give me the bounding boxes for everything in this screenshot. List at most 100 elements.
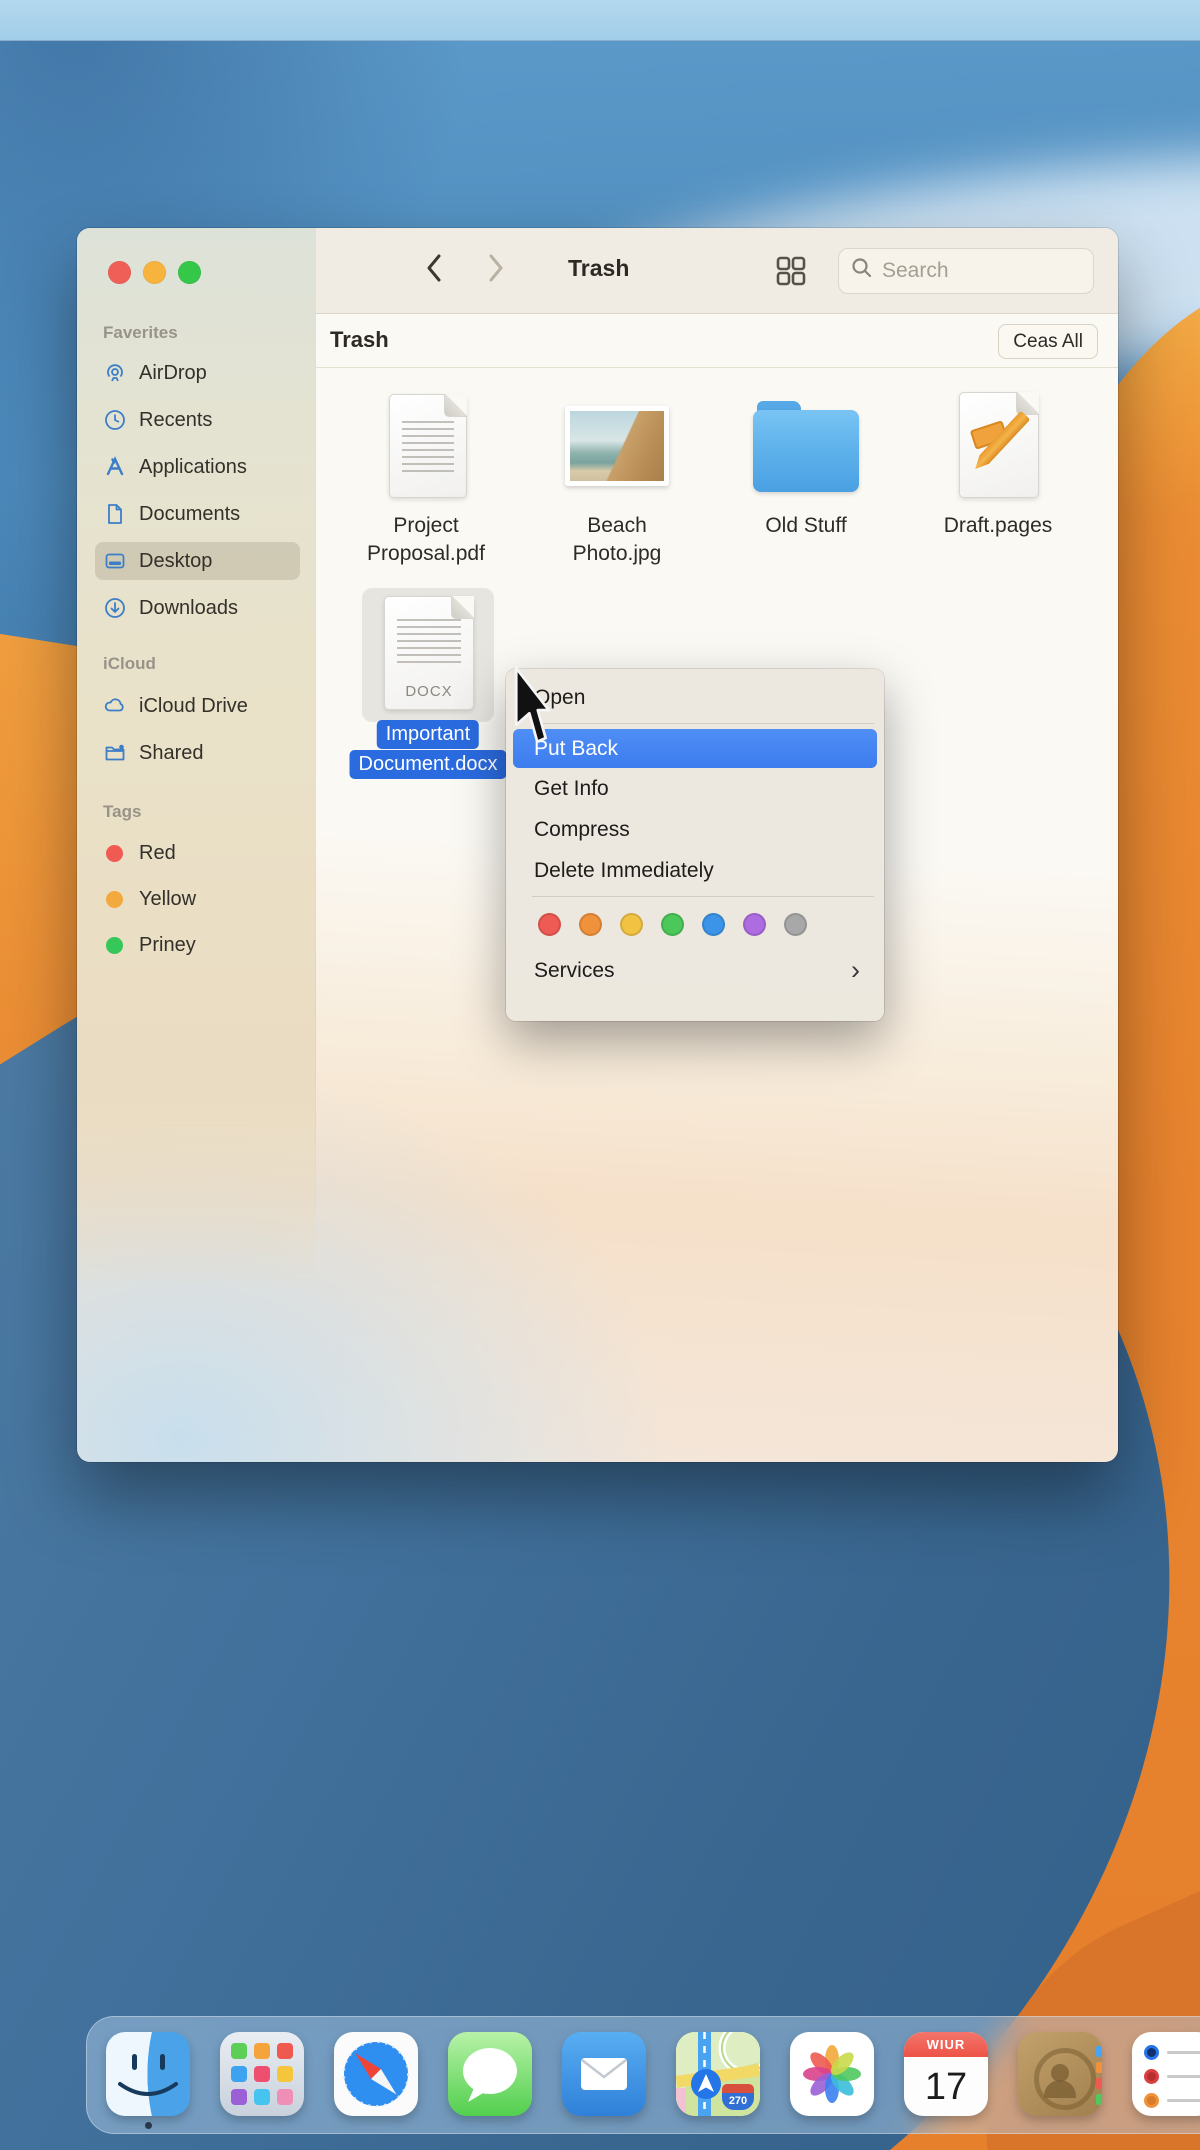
shared-folder-icon — [103, 741, 127, 765]
menu-item-compress[interactable]: Compress — [506, 809, 884, 850]
sidebar-item-icloud-drive[interactable]: iCloud Drive — [95, 687, 300, 725]
menu-separator — [532, 723, 874, 724]
sidebar-item-downloads[interactable]: Downloads — [95, 589, 300, 627]
sidebar-item-label: Applications — [139, 455, 247, 478]
sidebar-item-shared[interactable]: Shared — [95, 734, 300, 772]
path-header: Trash Ceas All — [316, 314, 1118, 368]
tag-color-row — [506, 902, 884, 946]
menu-item-services[interactable]: Services › — [506, 950, 884, 991]
dock-finder-icon[interactable] — [106, 2032, 190, 2116]
dock-launchpad-icon[interactable] — [220, 2032, 304, 2116]
menu-item-open[interactable]: Open — [506, 677, 884, 718]
clock-icon — [103, 408, 127, 432]
blue-tag-button[interactable] — [702, 912, 725, 936]
menu-separator — [532, 896, 874, 897]
dock-mail-icon[interactable] — [562, 2032, 646, 2116]
minimize-button[interactable] — [143, 261, 166, 284]
sidebar-item-tag-red[interactable]: Red — [95, 834, 300, 872]
submenu-chevron-icon: › — [851, 955, 860, 985]
interstate-shield: 270 — [722, 2084, 754, 2110]
dock-messages-icon[interactable] — [448, 2032, 532, 2116]
window-title: Trash — [568, 255, 630, 281]
sidebar-item-label: AirDrop — [139, 361, 207, 384]
menu-bar — [0, 0, 1200, 41]
sidebar-item-recents[interactable]: Recents — [95, 401, 300, 439]
file-name: Draft.pages — [943, 514, 1053, 537]
calendar-month-label: WIUR — [904, 2032, 988, 2057]
sidebar-item-label: Yellow — [139, 887, 197, 910]
mouse-cursor-icon — [512, 666, 552, 753]
sidebar-item-applications[interactable]: Applications — [95, 448, 300, 486]
sidebar-item-label: iCloud Drive — [139, 694, 248, 717]
dock-calendar-icon[interactable]: WIUR 17 — [904, 2032, 988, 2116]
app-store-a-icon — [103, 455, 127, 479]
search-input[interactable]: Search — [838, 248, 1094, 294]
folder-icon — [753, 401, 859, 492]
file-name-line2: Document.docx — [349, 750, 507, 779]
page-text-lines — [397, 619, 461, 667]
sidebar-section-favorites: Faverites — [103, 323, 178, 342]
sidebar-item-tag-yellow[interactable]: Yellow — [95, 880, 300, 918]
search-icon — [851, 257, 873, 285]
menu-item-get-info[interactable]: Get Info — [506, 768, 884, 809]
file-name: Beach Photo.jpg — [572, 514, 662, 565]
sidebar-item-tag-priney[interactable]: Priney — [95, 926, 300, 964]
page-text-lines — [402, 421, 454, 473]
search-placeholder: Search — [882, 259, 949, 282]
context-menu: Open Put Back Get Info Compress Delete I… — [506, 669, 884, 1021]
sidebar-divider — [315, 228, 316, 1238]
dock-contacts-icon[interactable] — [1018, 2032, 1102, 2116]
desktop-icon — [103, 549, 127, 573]
document-icon — [103, 502, 127, 526]
zoom-button[interactable] — [178, 261, 201, 284]
chevron-right-icon — [486, 253, 506, 288]
menu-item-delete-immediately[interactable]: Delete Immediately — [506, 850, 884, 891]
sidebar-item-label: Desktop — [139, 549, 213, 572]
red-tag-button[interactable] — [538, 912, 561, 936]
close-button[interactable] — [108, 261, 131, 284]
dock-reminders-icon[interactable] — [1132, 2032, 1200, 2116]
sidebar-item-desktop[interactable]: Desktop — [95, 542, 300, 580]
clear-all-button[interactable]: Ceas All — [998, 324, 1098, 359]
clear-all-label: Ceas All — [1013, 330, 1083, 352]
dock-maps-icon[interactable]: 270 — [676, 2032, 760, 2116]
calendar-day-label: 17 — [924, 2066, 968, 2108]
gray-tag-button[interactable] — [784, 912, 807, 936]
orange-tag-button[interactable] — [579, 912, 602, 936]
file-name-line1: Important — [376, 720, 480, 749]
green-tag-icon — [106, 936, 123, 954]
dock-photos-icon[interactable] — [790, 2032, 874, 2116]
forward-button[interactable] — [476, 250, 516, 290]
sidebar-item-label: Documents — [139, 502, 241, 525]
sidebar-section-icloud: iCloud — [103, 654, 156, 673]
folder-title: Trash — [330, 327, 389, 352]
page-fold — [1016, 392, 1039, 415]
green-tag-button[interactable] — [661, 912, 684, 936]
sidebar-item-documents[interactable]: Documents — [95, 495, 300, 533]
dock-safari-icon[interactable] — [334, 2032, 418, 2116]
airdrop-icon — [103, 361, 127, 385]
yellow-tag-icon — [106, 890, 123, 908]
sidebar-section-tags: Tags — [103, 802, 142, 821]
sidebar-item-label: Priney — [139, 933, 196, 956]
sidebar-item-label: Recents — [139, 408, 213, 431]
cloud-icon — [103, 694, 127, 718]
download-circle-icon — [103, 596, 127, 620]
back-button[interactable] — [414, 250, 454, 290]
finder-running-indicator — [145, 2122, 152, 2129]
sidebar-item-label: Shared — [139, 741, 204, 764]
chevron-left-icon — [424, 253, 444, 288]
sidebar-item-label: Downloads — [139, 596, 238, 619]
menu-item-put-back[interactable]: Put Back — [513, 729, 877, 768]
grid-view-icon — [774, 254, 808, 293]
services-label: Services — [534, 958, 615, 982]
view-grid-button[interactable] — [774, 254, 808, 293]
page-fold — [444, 394, 467, 417]
red-tag-icon — [106, 844, 123, 862]
file-name: Project Proposal.pdf — [367, 514, 485, 565]
sidebar-item-airdrop[interactable]: AirDrop — [95, 354, 300, 392]
yellow-tag-button[interactable] — [620, 912, 643, 936]
toolbar: Trash Search — [316, 228, 1118, 314]
purple-tag-button[interactable] — [743, 912, 766, 936]
file-name: Old Stuff — [765, 514, 847, 537]
